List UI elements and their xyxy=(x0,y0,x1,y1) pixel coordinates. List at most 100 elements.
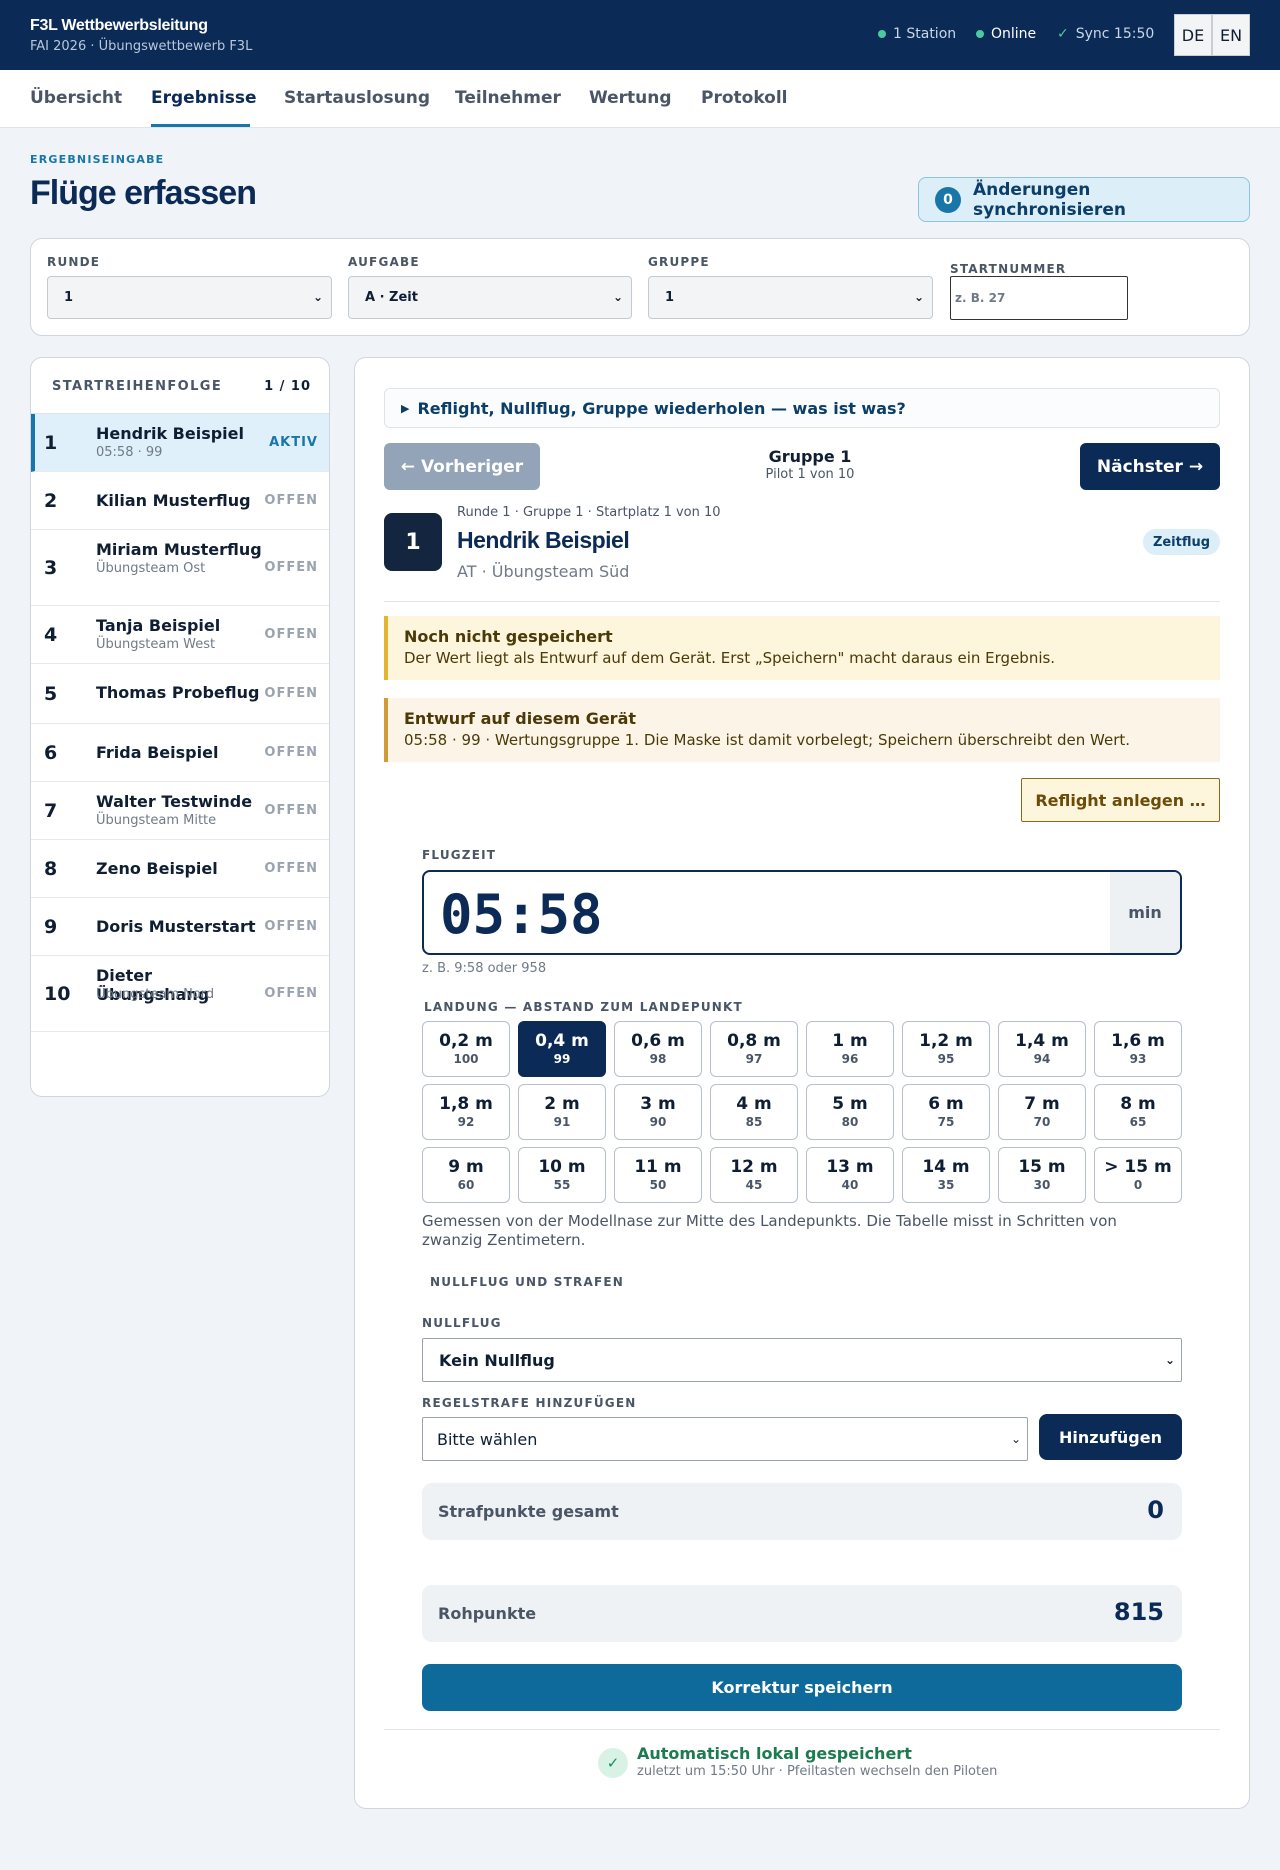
reflight-button[interactable]: Reflight anlegen … xyxy=(1021,778,1220,822)
rule-penalty-select[interactable]: Bitte wählen ⌄ xyxy=(422,1417,1028,1461)
landing-option-button[interactable]: 14 m 35 xyxy=(902,1147,990,1203)
landing-distance: 14 m xyxy=(922,1157,970,1177)
next-pilot-button[interactable]: Nächster → xyxy=(1080,443,1220,490)
start-order-row[interactable]: 4 Tanja Beispiel Übungsteam West OFFEN xyxy=(31,606,329,664)
chevron-down-icon: ⌄ xyxy=(312,290,323,304)
row-status-badge: OFFEN xyxy=(264,803,318,818)
tab-ergebnisse[interactable]: Ergebnisse xyxy=(151,88,257,108)
start-order-row[interactable]: 5 Thomas Probeflug OFFEN xyxy=(31,664,329,724)
chevron-down-icon: ⌄ xyxy=(1164,1353,1175,1367)
start-order-row[interactable]: 7 Walter Testwinde Übungsteam Mitte OFFEN xyxy=(31,782,329,840)
previous-pilot-button[interactable]: ← Vorheriger xyxy=(384,443,540,490)
tab-protokoll[interactable]: Protokoll xyxy=(701,88,788,108)
round-select[interactable]: 1 ⌄ xyxy=(47,276,332,319)
landing-option-button[interactable]: 1,8 m 92 xyxy=(422,1084,510,1140)
landing-option-button[interactable]: 9 m 60 xyxy=(422,1147,510,1203)
landing-points: 93 xyxy=(1129,1052,1147,1066)
station-status: 1 Station xyxy=(878,26,956,42)
landing-option-button[interactable]: 6 m 75 xyxy=(902,1084,990,1140)
raw-points: Rohpunkte 815 xyxy=(422,1585,1182,1642)
help-disclosure[interactable]: ▶ Reflight, Nullflug, Gruppe wiederholen… xyxy=(384,388,1220,428)
tab-teilnehmer[interactable]: Teilnehmer xyxy=(455,88,561,108)
start-order-row[interactable]: 9 Doris Musterstart OFFEN xyxy=(31,898,329,956)
landing-points: 40 xyxy=(841,1178,859,1192)
start-order-header: STARTREIHENFOLGE 1 / 10 xyxy=(31,358,329,414)
lang-en-button[interactable]: EN xyxy=(1212,14,1250,56)
draft-alert-text: 05:58 · 99 · Wertungsgruppe 1. Die Maske… xyxy=(404,731,1131,749)
landing-option-button[interactable]: 1,2 m 95 xyxy=(902,1021,990,1077)
landing-points: 98 xyxy=(649,1052,667,1066)
flight-time-value: 05:58 xyxy=(440,883,603,946)
landing-option-button[interactable]: 1 m 96 xyxy=(806,1021,894,1077)
group-select[interactable]: 1 ⌄ xyxy=(648,276,933,319)
landing-points: 50 xyxy=(649,1178,667,1192)
null-flight-value: Kein Nullflug xyxy=(439,1350,555,1370)
start-order-list: STARTREIHENFOLGE 1 / 10 1 Hendrik Beispie… xyxy=(30,357,330,1097)
landing-option-button[interactable]: 0,2 m 100 xyxy=(422,1021,510,1077)
start-order-row[interactable]: 10 Dieter Übungshang Übungsteam Nord OFFEN xyxy=(31,956,329,1032)
landing-option-button[interactable]: 12 m 45 xyxy=(710,1147,798,1203)
sync-status: ✓ Sync 15:50 xyxy=(1057,26,1154,42)
landing-option-button[interactable]: 0,6 m 98 xyxy=(614,1021,702,1077)
flight-time-input[interactable]: 05:58 min xyxy=(422,870,1182,955)
landing-option-button[interactable]: 13 m 40 xyxy=(806,1147,894,1203)
chevron-down-icon: ⌄ xyxy=(612,290,623,304)
landing-points: 35 xyxy=(937,1178,955,1192)
landing-option-button[interactable]: 15 m 30 xyxy=(998,1147,1086,1203)
row-status-badge: OFFEN xyxy=(264,861,318,876)
start-number-input[interactable]: z. B. 27 xyxy=(950,276,1128,320)
landing-option-button[interactable]: 3 m 90 xyxy=(614,1084,702,1140)
landing-distance: 3 m xyxy=(640,1094,676,1114)
row-pilot-name: Kilian Musterflug xyxy=(96,491,251,510)
row-number: 2 xyxy=(44,490,58,512)
row-pilot-name: Thomas Probeflug xyxy=(96,683,260,702)
group-label: GRUPPE xyxy=(648,255,710,269)
landing-option-button[interactable]: 0,4 m 99 xyxy=(518,1021,606,1077)
start-order-row[interactable]: 6 Frida Beispiel OFFEN xyxy=(31,724,329,782)
row-number: 3 xyxy=(44,557,58,579)
row-status-badge: OFFEN xyxy=(264,686,318,701)
task-select[interactable]: A · Zeit ⌄ xyxy=(348,276,632,319)
landing-option-button[interactable]: 11 m 50 xyxy=(614,1147,702,1203)
start-order-row[interactable]: 3 Miriam Musterflug Übungsteam Ost OFFEN xyxy=(31,530,329,606)
sync-changes-button[interactable]: 0 Änderungen synchronisieren xyxy=(918,177,1250,222)
add-penalty-button[interactable]: Hinzufügen xyxy=(1039,1414,1182,1460)
unsaved-alert-text: Der Wert liegt als Entwurf auf dem Gerät… xyxy=(404,649,1056,667)
flight-time-unit: min xyxy=(1110,872,1180,953)
landing-points: 92 xyxy=(457,1115,475,1129)
group-subtitle: Pilot 1 von 10 xyxy=(765,467,855,482)
landing-distance: 1,6 m xyxy=(1111,1031,1165,1051)
landing-option-button[interactable]: 1,6 m 93 xyxy=(1094,1021,1182,1077)
start-order-row[interactable]: 8 Zeno Beispiel OFFEN xyxy=(31,840,329,898)
landing-distance: 13 m xyxy=(826,1157,874,1177)
tab-startauslosung[interactable]: Startauslosung xyxy=(284,88,430,108)
landing-option-button[interactable]: 2 m 91 xyxy=(518,1084,606,1140)
landing-option-button[interactable]: 5 m 80 xyxy=(806,1084,894,1140)
tab-uebersicht[interactable]: Übersicht xyxy=(30,88,122,108)
landing-distance: 0,6 m xyxy=(631,1031,685,1051)
round-select-value: 1 xyxy=(64,290,74,305)
start-order-row[interactable]: 2 Kilian Musterflug OFFEN xyxy=(31,472,329,530)
status-dot-icon xyxy=(878,30,886,38)
start-order-row[interactable]: 1 Hendrik Beispiel 05:58 · 99 AKTIV xyxy=(31,414,329,472)
landing-option-button[interactable]: 0,8 m 97 xyxy=(710,1021,798,1077)
null-flight-select[interactable]: Kein Nullflug ⌄ xyxy=(422,1338,1182,1382)
main-nav: Übersicht Ergebnisse Startauslosung Teil… xyxy=(0,70,1280,128)
lang-de-button[interactable]: DE xyxy=(1174,14,1212,56)
penalty-section-label: NULLFLUG UND STRAFEN xyxy=(430,1275,624,1289)
sync-count-badge: 0 xyxy=(935,186,961,213)
save-correction-button[interactable]: Korrektur speichern xyxy=(422,1664,1182,1711)
row-pilot-name: Tanja Beispiel xyxy=(96,616,221,635)
row-pilot-name: Doris Musterstart xyxy=(96,917,256,936)
landing-option-button[interactable]: 7 m 70 xyxy=(998,1084,1086,1140)
landing-points: 94 xyxy=(1033,1052,1051,1066)
landing-label: LANDUNG — ABSTAND ZUM LANDEPUNKT xyxy=(424,1000,743,1014)
landing-option-button[interactable]: 1,4 m 94 xyxy=(998,1021,1086,1077)
landing-option-button[interactable]: 8 m 65 xyxy=(1094,1084,1182,1140)
landing-option-button[interactable]: 4 m 85 xyxy=(710,1084,798,1140)
landing-distance: 2 m xyxy=(544,1094,580,1114)
group-title: Gruppe 1 xyxy=(768,447,852,466)
tab-wertung[interactable]: Wertung xyxy=(589,88,672,108)
landing-option-button[interactable]: 10 m 55 xyxy=(518,1147,606,1203)
landing-option-button[interactable]: > 15 m0 xyxy=(1094,1147,1182,1203)
